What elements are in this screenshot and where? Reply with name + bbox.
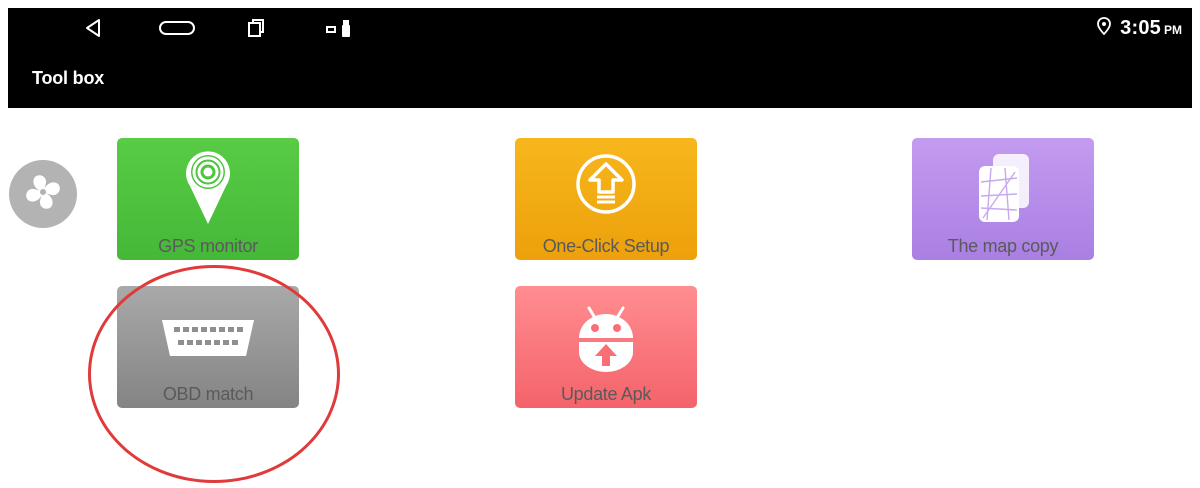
status-bar: 3:05 PM — [8, 8, 1192, 48]
upload-arrow-icon — [574, 152, 638, 221]
gps-signal-pin-icon — [180, 146, 236, 231]
tile-the-map-copy[interactable]: The map copy — [912, 138, 1094, 260]
page-title: Tool box — [32, 68, 105, 88]
tile-update-apk[interactable]: Update Apk — [515, 286, 697, 408]
side-menu-button[interactable] — [9, 160, 77, 228]
fan-icon — [21, 170, 65, 219]
clock-time: 3:05 — [1120, 16, 1161, 39]
recent-apps-icon[interactable] — [246, 18, 266, 43]
home-icon[interactable] — [158, 18, 198, 43]
tile-one-click-setup[interactable]: One-Click Setup — [515, 138, 697, 260]
back-icon[interactable] — [84, 18, 104, 43]
tile-label: The map copy — [947, 236, 1059, 256]
clock-ampm: PM — [1164, 22, 1182, 37]
usb-icon — [342, 20, 350, 37]
tile-label: OBD match — [162, 384, 254, 404]
obd-connector-icon — [158, 316, 258, 365]
tile-label: Update Apk — [560, 384, 652, 404]
notification-icons — [326, 20, 366, 43]
tile-gps-monitor[interactable]: GPS monitor — [117, 138, 299, 260]
tile-label: One-Click Setup — [542, 236, 670, 256]
top-bar: 3:05 PM Tool box — [8, 8, 1192, 108]
tile-obd-match[interactable]: OBD match — [117, 286, 299, 408]
android-update-icon — [571, 300, 641, 381]
location-pin-icon — [1096, 16, 1112, 40]
notification-icon — [326, 26, 336, 33]
status-right: 3:05 PM — [1096, 16, 1182, 40]
tile-label: GPS monitor — [158, 236, 258, 256]
map-copy-icon — [971, 150, 1035, 231]
clock: 3:05 PM — [1120, 17, 1182, 40]
